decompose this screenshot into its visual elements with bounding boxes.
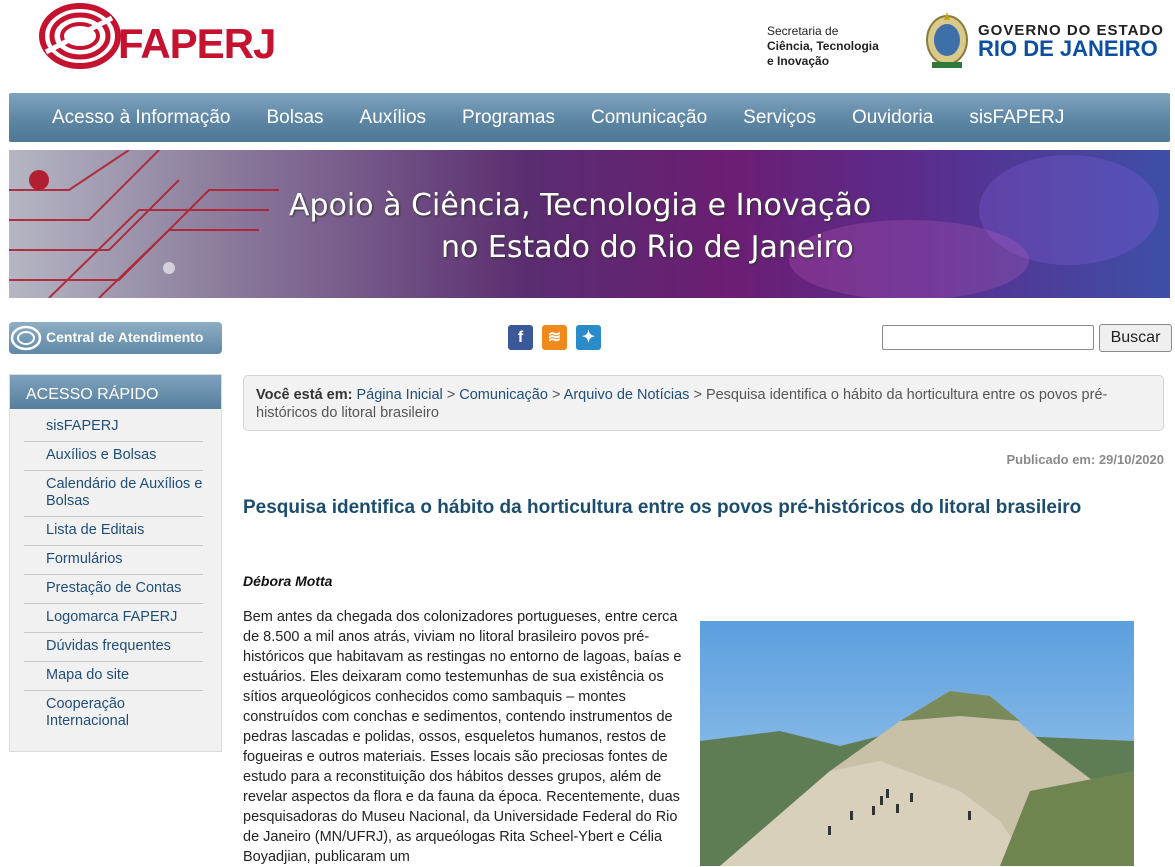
quick-access-sidebar: ACESSO RÁPIDO sisFAPERJ Auxílios e Bolsa… xyxy=(9,374,222,752)
nav-item-bolsas[interactable]: Bolsas xyxy=(248,107,341,129)
sidebar-item-auxilios-bolsas[interactable]: Auxílios e Bolsas xyxy=(24,442,203,471)
central-atendimento-button[interactable]: Central de Atendimento xyxy=(9,322,222,354)
circuit-graphic xyxy=(9,150,1159,298)
breadcrumb-separator: > xyxy=(446,387,456,403)
sidebar-item-prestacao-contas[interactable]: Prestação de Contas xyxy=(24,575,203,604)
nav-item-sisfaperj[interactable]: sisFAPERJ xyxy=(951,107,1082,129)
faperj-swirl-icon xyxy=(39,3,121,69)
breadcrumb-prefix: Você está em: xyxy=(256,387,353,403)
faperj-swirl-icon xyxy=(10,325,42,351)
sidebar-item-editais[interactable]: Lista de Editais xyxy=(24,517,203,546)
sidebar-item-cooperacao[interactable]: Cooperação Internacional xyxy=(24,691,203,736)
secretaria-logo: Secretaria de Ciência, Tecnologia e Inov… xyxy=(767,24,879,69)
nav-item-programas[interactable]: Programas xyxy=(444,107,573,129)
secretaria-line: Ciência, Tecnologia xyxy=(767,39,879,53)
central-atendimento-label: Central de Atendimento xyxy=(46,329,204,345)
nav-item-comunicacao[interactable]: Comunicação xyxy=(573,107,725,129)
secretaria-line: e Inovação xyxy=(767,54,830,68)
article-body: Bem antes da chegada dos colonizadores p… xyxy=(243,609,682,865)
faperj-logo[interactable]: FAPERJ xyxy=(38,0,288,70)
breadcrumb-section-link[interactable]: Comunicação xyxy=(459,387,548,403)
twitter-icon[interactable]: ✦ xyxy=(576,325,601,350)
faperj-logo-text: FAPERJ xyxy=(118,20,276,67)
gov-line-2: RIO DE JANEIRO xyxy=(978,36,1158,61)
nav-item-ouvidoria[interactable]: Ouvidoria xyxy=(834,107,951,129)
breadcrumb-separator: > xyxy=(693,387,702,403)
sidebar-title: ACESSO RÁPIDO xyxy=(26,386,159,403)
main-nav: Acesso à Informação Bolsas Auxílios Prog… xyxy=(9,93,1170,142)
nav-item-auxilios[interactable]: Auxílios xyxy=(342,107,445,129)
nav-item-servicos[interactable]: Serviços xyxy=(725,107,834,129)
rss-icon[interactable]: ≋ xyxy=(542,325,567,350)
sidebar-item-calendario[interactable]: Calendário de Auxílios e Bolsas xyxy=(24,471,203,517)
breadcrumb-archive-link[interactable]: Arquivo de Notícias xyxy=(564,387,690,403)
sidebar-item-logomarca[interactable]: Logomarca FAPERJ xyxy=(24,604,203,633)
state-seal-icon xyxy=(926,12,968,68)
sambaqui-photo-image xyxy=(700,621,1134,866)
hero-banner: Apoio à Ciência, Tecnologia e Inovação n… xyxy=(9,150,1170,298)
sidebar-item-formularios[interactable]: Formulários xyxy=(24,546,203,575)
article-title: Pesquisa identifica o hábito da horticul… xyxy=(243,497,1082,518)
article-author: Débora Motta xyxy=(243,573,333,589)
facebook-icon[interactable]: f xyxy=(508,325,533,350)
sidebar-item-mapa-site[interactable]: Mapa do site xyxy=(24,662,203,691)
published-date: Publicado em: 29/10/2020 xyxy=(1006,452,1164,467)
site-header: FAPERJ Secretaria de Ciência, Tecnologia… xyxy=(0,0,1175,92)
banner-line-2: no Estado do Rio de Janeiro xyxy=(441,230,854,265)
banner-line-1: Apoio à Ciência, Tecnologia e Inovação xyxy=(289,188,872,223)
secretaria-line: Secretaria de xyxy=(767,24,839,38)
nav-item-acesso-informacao[interactable]: Acesso à Informação xyxy=(9,107,248,129)
search-input[interactable] xyxy=(882,325,1094,350)
sidebar-item-sisfaperj[interactable]: sisFAPERJ xyxy=(24,413,203,442)
sidebar-item-duvidas[interactable]: Dúvidas frequentes xyxy=(24,633,203,662)
breadcrumb: Você está em: Página Inicial > Comunicaç… xyxy=(243,375,1164,431)
breadcrumb-home-link[interactable]: Página Inicial xyxy=(356,387,442,403)
search-button[interactable]: Buscar xyxy=(1099,324,1172,352)
breadcrumb-separator: > xyxy=(551,387,561,403)
sidebar-header: ACESSO RÁPIDO xyxy=(10,375,221,409)
article-photo xyxy=(700,621,1134,866)
